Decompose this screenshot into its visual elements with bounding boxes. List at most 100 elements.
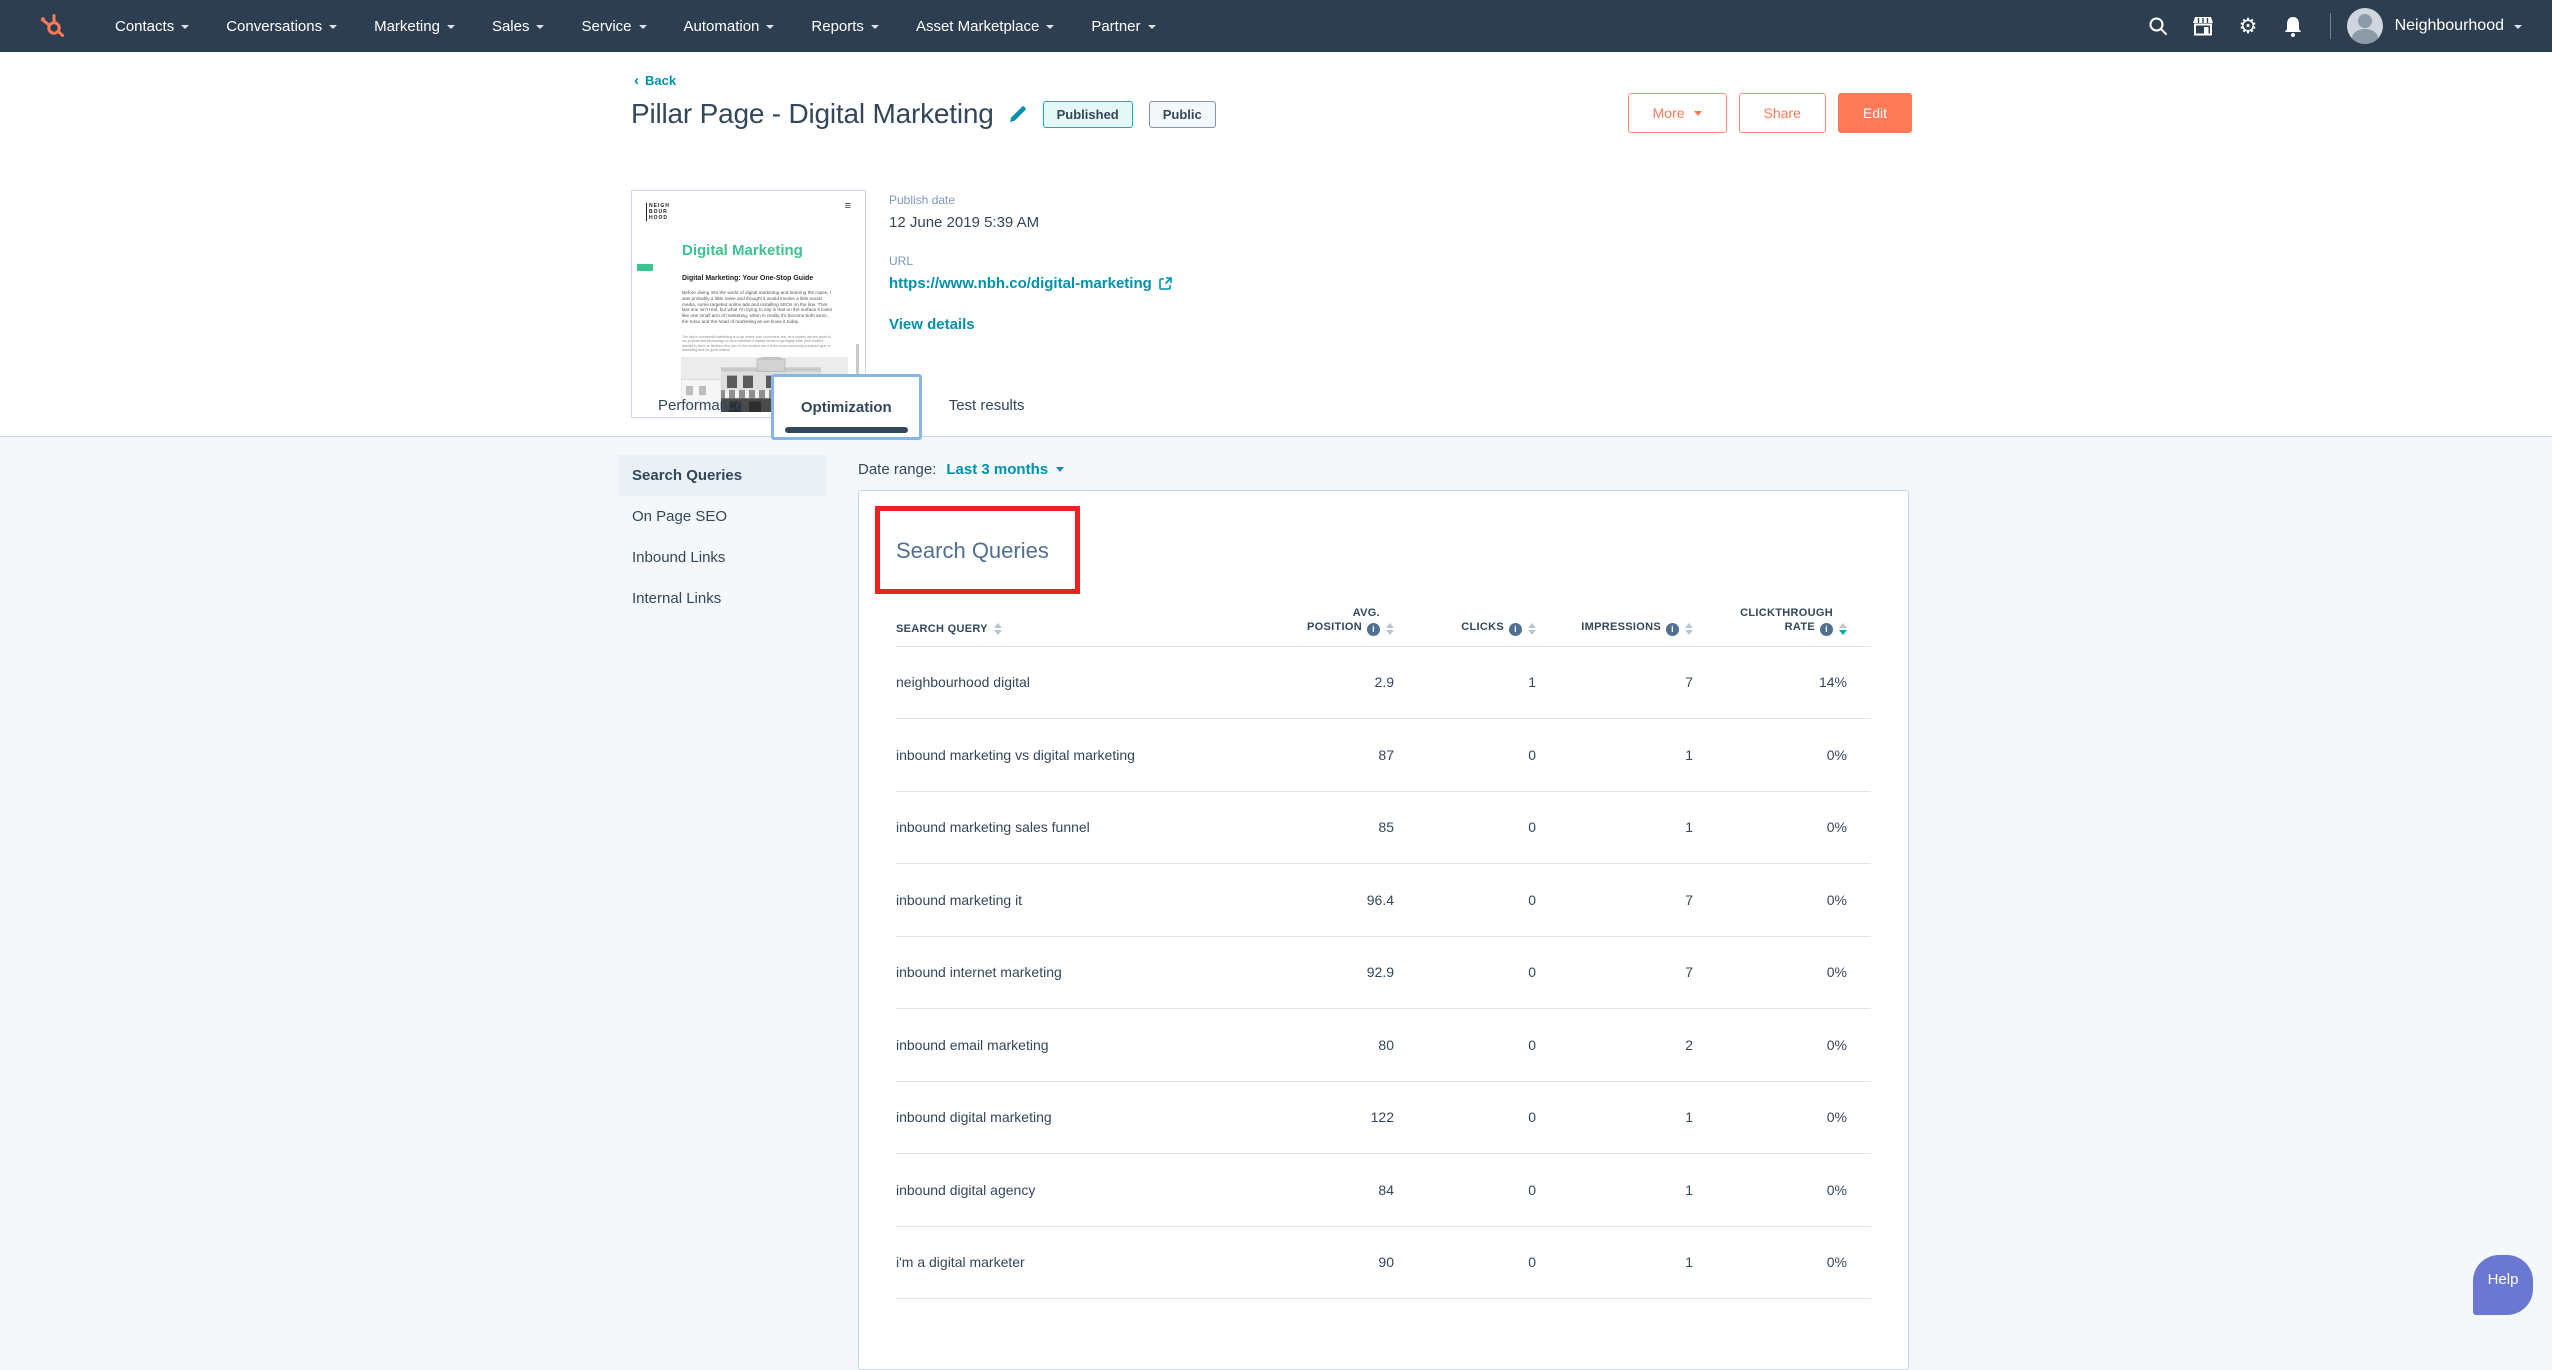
cell-ctr: 0% [1826,746,1847,763]
page-url-link[interactable]: https://www.nbh.co/digital-marketing [889,275,1172,292]
sidebar-item-search-queries[interactable]: Search Queries [618,455,827,496]
settings-gear-icon[interactable]: ⚙ [2226,16,2271,37]
external-link-icon [1158,277,1172,290]
publish-date-value: 12 June 2019 5:39 AM [889,214,1040,231]
sidebar-item-internal-links[interactable]: Internal Links [618,578,827,619]
cell-avg-position: 84 [1378,1181,1394,1198]
chevron-down-icon [329,25,338,29]
table-row: inbound digital agency 84 0 1 0% [896,1154,1871,1227]
cell-clicks: 0 [1528,819,1536,836]
nav-item-contacts[interactable]: Contacts [115,18,190,35]
cell-query: inbound marketing sales funnel [896,819,1090,836]
hubspot-sprocket-logo-icon[interactable] [38,11,68,41]
caret-down-icon [1056,467,1065,472]
cell-query: inbound marketing it [896,891,1023,908]
notifications-bell-icon[interactable] [2271,16,2316,37]
date-range-dropdown[interactable]: Last 3 months [946,461,1065,478]
cell-ctr: 0% [1826,1254,1847,1271]
cell-clicks: 0 [1528,1036,1536,1053]
cell-clicks: 1 [1528,674,1536,691]
tab-performance[interactable]: Performance [631,374,771,436]
cell-clicks: 0 [1528,1109,1536,1126]
chevron-down-icon [446,25,455,29]
cell-query: inbound internet marketing [896,964,1062,981]
info-icon[interactable]: i [1820,622,1833,636]
nav-item-conversations[interactable]: Conversations [226,18,338,35]
chevron-down-icon [766,25,775,29]
cell-impressions: 7 [1685,964,1693,981]
cell-clicks: 0 [1528,891,1536,908]
info-icon[interactable]: i [1509,622,1522,636]
column-header-clicks[interactable]: CLICKS i [1394,620,1536,636]
cell-impressions: 1 [1685,1254,1693,1271]
search-icon[interactable] [2136,16,2181,36]
table-row: inbound email marketing 80 0 2 0% [896,1009,1871,1082]
account-menu[interactable]: Neighbourhood [2395,17,2504,35]
share-button[interactable]: Share [1738,93,1826,133]
sort-arrows-icon [1685,622,1693,635]
view-details-link[interactable]: View details [889,316,1172,333]
cell-clicks: 0 [1528,1254,1536,1271]
cell-avg-position: 92.9 [1366,964,1394,981]
optimization-sidebar: Search Queries On Page SEO Inbound Links… [618,455,827,619]
nav-item-marketing[interactable]: Marketing [374,18,455,35]
table-row: inbound marketing sales funnel 85 0 1 0% [896,792,1871,864]
nav-item-automation[interactable]: Automation [684,18,775,35]
info-icon[interactable]: i [1666,622,1679,636]
cell-ctr: 0% [1826,1181,1847,1198]
chevron-down-icon [638,25,647,29]
section-title: Search Queries [896,538,1049,563]
marketplace-icon[interactable] [2181,16,2226,36]
chevron-down-icon [870,25,879,29]
cell-query: inbound digital marketing [896,1109,1052,1126]
chevron-down-icon [536,25,545,29]
preview-scrollbar [856,344,859,374]
tab-optimization[interactable]: Optimization [770,374,922,440]
publish-date-label: Publish date [889,193,956,207]
edit-button[interactable]: Edit [1837,93,1912,133]
cell-clicks: 0 [1528,1181,1536,1198]
chevron-down-icon[interactable] [2514,25,2522,29]
sidebar-item-inbound-links[interactable]: Inbound Links [618,537,827,578]
help-button[interactable]: Help [2473,1255,2533,1315]
cell-query: inbound marketing vs digital marketing [896,746,1135,763]
cell-query: neighbourhood digital [896,674,1030,691]
preview-hamburger-icon: ≡ [844,200,851,212]
nav-divider [2329,13,2331,39]
info-icon[interactable]: i [1367,622,1380,636]
nav-item-asset-marketplace[interactable]: Asset Marketplace [916,18,1055,35]
cell-impressions: 1 [1685,1109,1693,1126]
page-title: Pillar Page - Digital Marketing [631,98,994,129]
nav-item-partner[interactable]: Partner [1091,18,1156,35]
tab-test-results[interactable]: Test results [922,374,1052,436]
chevron-down-icon [1046,25,1055,29]
account-avatar[interactable] [2346,8,2383,44]
table-row: neighbourhood digital 2.9 1 7 14% [896,647,1871,719]
column-header-clickthrough-rate[interactable]: CLICKTHROUGH RATE i [1693,606,1847,636]
sort-arrows-icon [1528,622,1536,635]
edit-title-pencil-icon[interactable] [1008,105,1027,124]
visibility-badge: Public [1148,100,1216,128]
top-nav: Contacts Conversations Marketing Sales S… [0,0,2552,52]
more-button[interactable]: More [1627,93,1727,133]
cell-impressions: 7 [1685,674,1693,691]
cell-avg-position: 90 [1378,1254,1394,1271]
page-header: ‹ Back Pillar Page - Digital Marketing P… [0,52,2552,440]
column-header-impressions[interactable]: IMPRESSIONS i [1536,620,1693,636]
cell-clicks: 0 [1528,746,1536,763]
preview-paragraph-small: The key to successful marketing is to go… [682,335,832,353]
cell-avg-position: 87 [1378,746,1394,763]
preview-paragraph: Before diving into the world of digital … [682,290,833,324]
preview-subheading: Digital Marketing: Your One-Stop Guide [682,275,814,282]
column-header-avg-position[interactable]: AVG. POSITION i [1254,606,1394,636]
sidebar-item-on-page-seo[interactable]: On Page SEO [618,496,827,537]
cell-ctr: 0% [1826,1109,1847,1126]
nav-item-reports[interactable]: Reports [811,18,879,35]
column-header-search-query[interactable]: SEARCH QUERY [896,622,1254,636]
cell-impressions: 1 [1685,746,1693,763]
cell-impressions: 1 [1685,1181,1693,1198]
nav-item-service[interactable]: Service [581,18,647,35]
cell-ctr: 0% [1826,891,1847,908]
nav-item-sales[interactable]: Sales [492,18,545,35]
back-link[interactable]: ‹ Back [634,73,676,88]
